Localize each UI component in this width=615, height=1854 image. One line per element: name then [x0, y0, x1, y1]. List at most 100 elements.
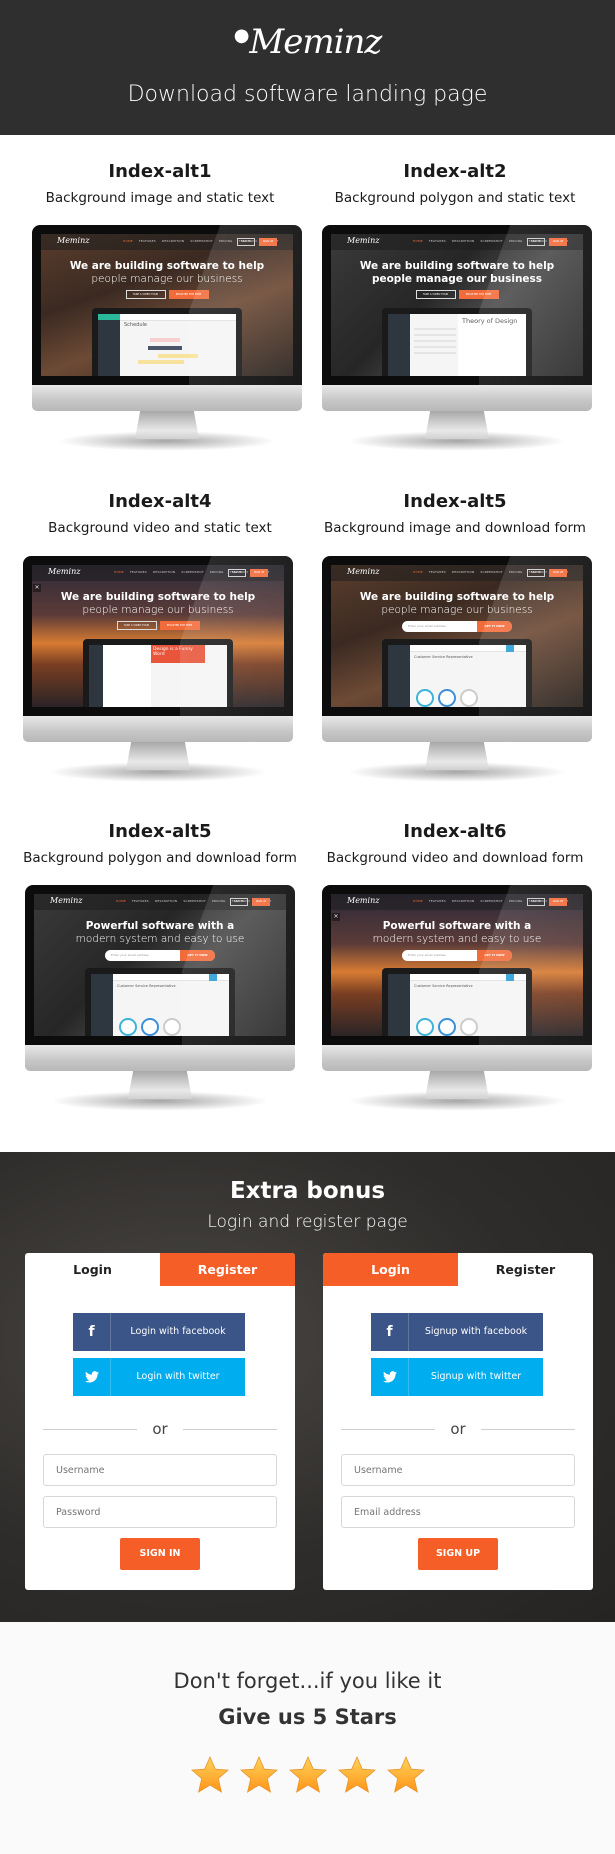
screen-nav-link: PRICING [209, 570, 224, 574]
tab-register[interactable]: Register [160, 1253, 295, 1286]
screen-nav-link: HOME [123, 239, 133, 243]
facebook-icon: f [73, 1313, 111, 1351]
monitor-screen: Meminz HOME FEATURES DESCRIPTION SCREENSHOT P… [331, 565, 583, 707]
username-input[interactable] [43, 1454, 277, 1486]
screen-nav-link: FEATURES [428, 570, 446, 574]
screen-logo: Meminz [48, 567, 81, 576]
user-button [506, 645, 514, 652]
app-title: Theory of Design [462, 317, 518, 325]
demo-item: Index-alt6 Background video and download … [305, 820, 605, 866]
monitor-preview[interactable]: Meminz HOME FEATURES DESCRIPTION SCREENSHOT P… [25, 885, 295, 1115]
monitor-chin [322, 1045, 592, 1071]
monitor-bezel: Meminz HOME FEATURES DESCRIPTION SCREENSHOT P… [322, 225, 592, 385]
stat-ring [460, 1018, 478, 1036]
monitor-preview[interactable]: Meminz HOME FEATURES DESCRIPTION SCREENSHOT P… [23, 556, 293, 786]
screen-nav-link: HOME [413, 899, 423, 903]
facebook-label: Login with facebook [130, 1326, 226, 1337]
register-card: Login Register f Signup with facebook Si… [323, 1253, 593, 1590]
demo-title: Index-alt5 [108, 821, 212, 842]
screen-hero-buttons: TAKE A VIDEO TOUR REGISTER FOR FREE [331, 290, 583, 299]
login-card: Login Register f Login with facebook Log… [25, 1253, 295, 1590]
screen-sign-in: SIGN IN [527, 898, 545, 906]
tab-login[interactable]: Login [25, 1253, 160, 1286]
or-divider: or [341, 1420, 575, 1438]
sign-in-button[interactable]: SIGN IN [120, 1538, 200, 1570]
screen-nav-link: HOME [413, 570, 423, 574]
tab-register[interactable]: Register [458, 1253, 593, 1286]
tab-login[interactable]: Login [323, 1253, 458, 1286]
user-button [209, 974, 217, 981]
signup-facebook-button[interactable]: f Signup with facebook [371, 1313, 543, 1351]
star-icon[interactable] [386, 1755, 426, 1795]
screen-nav-link: PRICING [508, 570, 523, 574]
screen-sign-up: SIGN UP [259, 238, 277, 246]
list-row [414, 352, 456, 354]
screen-nav-link: DESCRIPTION [161, 239, 185, 243]
screen-headline: We are building software to help [359, 260, 555, 272]
screen-laptop-mockup: Schedule [92, 308, 242, 376]
star-icon[interactable] [288, 1755, 328, 1795]
screen-sign-in: SIGN IN [228, 569, 246, 577]
monitor-preview[interactable]: Meminz HOME FEATURES DESCRIPTION SCREENSHOT P… [32, 225, 302, 455]
screen-headline: Powerful software with a [382, 920, 532, 932]
demo-item: Index-alt2 Background polygon and static … [305, 160, 605, 206]
screen-navbar: Meminz HOME FEATURES DESCRIPTION SCREENSHOT P… [331, 894, 583, 910]
stat-ring [416, 689, 434, 707]
screen-nav-link: SCREENSHOT [480, 570, 503, 574]
login-facebook-button[interactable]: f Login with facebook [73, 1313, 245, 1351]
star-icon[interactable] [239, 1755, 279, 1795]
screen-headline: We are building software to help [69, 260, 265, 272]
monitor-preview[interactable]: Meminz HOME FEATURES DESCRIPTION SCREENSHOT P… [322, 556, 592, 786]
username-input[interactable] [341, 1454, 575, 1486]
email-input[interactable] [341, 1496, 575, 1528]
star-icon[interactable] [190, 1755, 230, 1795]
app-title: Customer Service Representative [117, 984, 176, 988]
screen-logo: Meminz [347, 896, 380, 905]
monitor-screen: Meminz HOME FEATURES DESCRIPTION SCREENSHOT P… [331, 234, 583, 376]
star-rating[interactable] [0, 1755, 615, 1795]
demo-subtitle: Background image and download form [324, 520, 586, 536]
monitor-screen: Meminz HOME FEATURES DESCRIPTION SCREENSHOT P… [41, 234, 293, 376]
password-input[interactable] [43, 1496, 277, 1528]
monitor-stand [425, 742, 489, 770]
divider-line [481, 1429, 575, 1430]
stat-ring [141, 1018, 159, 1036]
login-twitter-button[interactable]: Login with twitter [73, 1358, 245, 1396]
screen-laptop-mockup: Design is a Funny Word [83, 639, 233, 707]
screen-tour-button: TAKE A VIDEO TOUR [116, 621, 157, 630]
screen-subheadline: people manage our business [381, 604, 533, 616]
screen-navbar: Meminz HOME FEATURES DESCRIPTION SCREENSHOT P… [41, 234, 293, 250]
app-title: Customer Service Representative [414, 984, 473, 988]
monitor-screen: Meminz HOME FEATURES DESCRIPTION SCREENSHOT P… [32, 565, 284, 707]
screen-sign-up: SIGN UP [549, 569, 567, 577]
twitter-icon [73, 1358, 111, 1396]
screen-email-form: Enter your email address GET IT NOW [402, 621, 512, 632]
bonus-subtitle: Login and register page [207, 1212, 408, 1232]
demo-subtitle: Background polygon and download form [23, 850, 297, 866]
app-sidebar [388, 314, 410, 376]
monitor-chin [25, 1045, 295, 1071]
screen-nav-link: PRICING [218, 239, 233, 243]
screen-subheadline: people manage our business [82, 604, 234, 616]
list-pane [103, 645, 151, 707]
screen-navbar: Meminz HOME FEATURES DESCRIPTION SCREENSHOT P… [331, 234, 583, 250]
screen-navbar: Meminz HOME FEATURES DESCRIPTION SCREENSHOT P… [32, 565, 284, 581]
screen-laptop-mockup: Customer Service Representative [382, 639, 532, 707]
twitter-label: Login with twitter [136, 1371, 220, 1382]
monitor-preview[interactable]: Meminz HOME FEATURES DESCRIPTION SCREENSHOT P… [322, 225, 592, 455]
screen-email-input: Enter your email address [408, 953, 446, 957]
header-subtitle: Download software landing page [127, 82, 488, 107]
screen-navbar: Meminz HOME FEATURES DESCRIPTION SCREENSHOT P… [34, 894, 286, 910]
signup-twitter-button[interactable]: Signup with twitter [371, 1358, 543, 1396]
twitter-label: Signup with twitter [430, 1371, 522, 1382]
screen-nav-link: FEATURES [428, 899, 446, 903]
sign-up-button[interactable]: SIGN UP [418, 1538, 498, 1570]
screen-logo: Meminz [57, 236, 90, 245]
star-icon[interactable] [337, 1755, 377, 1795]
monitor-chin [32, 385, 302, 411]
screen-nav-link: DESCRIPTION [451, 570, 475, 574]
logo-dot-icon: ● [233, 25, 250, 46]
logo-text: Meminz [249, 22, 382, 62]
monitor-screen: Meminz HOME FEATURES DESCRIPTION SCREENSHOT P… [34, 894, 286, 1036]
monitor-preview[interactable]: Meminz HOME FEATURES DESCRIPTION SCREENSHOT P… [322, 885, 592, 1115]
